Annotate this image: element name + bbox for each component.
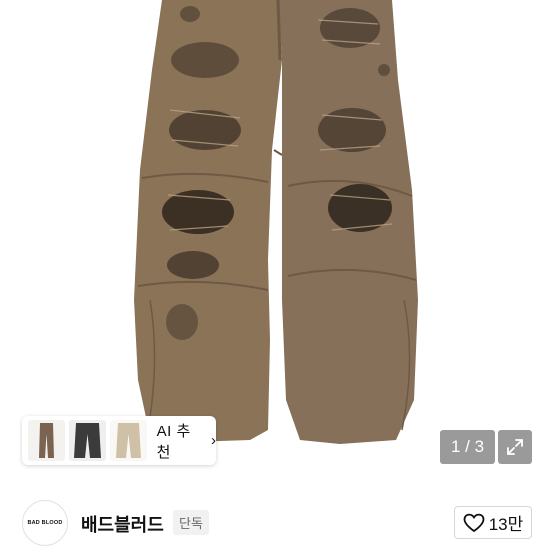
shop-name[interactable]: 배드블러드 (81, 511, 164, 537)
heart-outline-icon (463, 513, 485, 532)
expand-icon (507, 439, 523, 455)
exclusive-badge: 단독 (173, 510, 209, 535)
distressed-pants-photo (134, 0, 418, 444)
shop-logo-text: BAD BLOOD (27, 520, 63, 526)
ai-recommend-button[interactable]: AI 추천 › (22, 416, 216, 465)
ai-recommend-label: AI 추천 (156, 422, 191, 461)
like-button[interactable]: 13만 (454, 506, 532, 539)
shop-logo[interactable]: BAD BLOOD (22, 500, 68, 546)
image-counter: 1 / 3 (440, 430, 495, 464)
recommend-thumbnail-brown (28, 420, 65, 461)
product-image[interactable] (0, 0, 555, 485)
chevron-right-icon: › (210, 432, 216, 449)
recommend-thumbnail-beige (109, 420, 147, 461)
expand-button[interactable] (498, 430, 532, 464)
recommend-thumbnail-black (68, 420, 106, 461)
like-count: 13만 (488, 515, 524, 534)
